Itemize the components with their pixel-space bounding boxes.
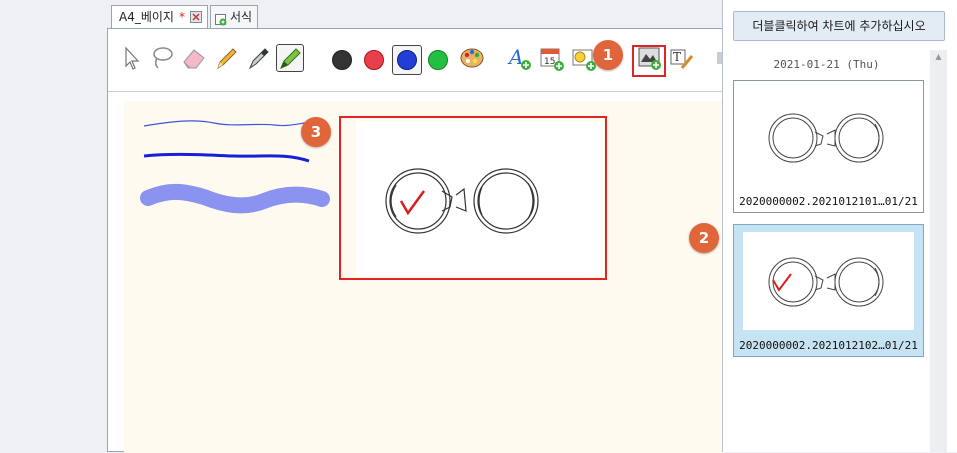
tab-template[interactable]: 서식 — [210, 5, 258, 28]
text-add-icon[interactable]: A — [506, 44, 534, 72]
template-icon — [215, 11, 227, 26]
step-badge-3: 3 — [301, 117, 331, 147]
add-to-chart-button[interactable]: 더블클릭하여 차트에 추가하십시오 — [733, 11, 945, 41]
date-icon-number: 15 — [544, 57, 555, 67]
overflow-tool-icon[interactable] — [714, 44, 722, 72]
svg-text:A: A — [507, 45, 523, 69]
step-badge-2: 2 — [689, 223, 719, 253]
color-red[interactable] — [364, 50, 384, 70]
tab-a4-beige[interactable]: A4_베이지 * — [111, 5, 208, 28]
step-badge-1: 1 — [593, 40, 623, 70]
red-check-mark — [772, 273, 792, 292]
toolbar-divider — [108, 91, 722, 92]
image-caption: 2020000002.2021012101…01/21 — [739, 195, 918, 208]
color-green[interactable] — [428, 50, 448, 70]
image-card[interactable]: 2020000002.2021012101…01/21 — [733, 80, 924, 213]
pencil-icon[interactable] — [212, 44, 240, 72]
image-caption: 2020000002.2021012102…01/21 — [739, 339, 918, 352]
thin-pen-stroke — [143, 120, 315, 127]
image-thumbnail — [743, 232, 914, 330]
image-thumbnail — [743, 88, 914, 186]
image-card-selected[interactable]: 2020000002.2021012102…01/21 — [733, 224, 924, 357]
modified-indicator: * — [179, 10, 185, 24]
svg-text:T: T — [673, 50, 681, 64]
highlight-box-image-add — [632, 45, 666, 77]
highlight-box-inserted-image — [339, 116, 607, 280]
pen-icon[interactable] — [244, 44, 272, 72]
close-tab-icon[interactable] — [190, 11, 202, 23]
date-add-icon[interactable]: 15 — [538, 44, 566, 72]
highlighter-stroke — [140, 183, 330, 214]
palette-icon[interactable] — [458, 44, 486, 72]
highlighter-icon[interactable] — [276, 44, 304, 72]
pen-stroke — [143, 152, 310, 163]
color-black[interactable] — [332, 50, 352, 70]
tab-label: A4_베이지 — [119, 10, 174, 24]
eraser-icon[interactable] — [180, 44, 208, 72]
tab-label: 서식 — [230, 10, 253, 24]
panel-scrollbar[interactable]: ▲ — [930, 50, 947, 452]
lasso-icon[interactable] — [148, 44, 176, 72]
date-group-header: 2021-01-21 (Thu) — [773, 58, 880, 71]
color-blue-selected[interactable] — [392, 45, 422, 75]
scroll-up-arrow-icon[interactable]: ▲ — [930, 50, 947, 64]
color-blue — [397, 50, 417, 70]
pointer-icon[interactable] — [118, 44, 146, 72]
image-panel: 더블클릭하여 차트에 추가하십시오 2021-01-21 (Thu) 20200… — [722, 0, 957, 452]
text-box-icon[interactable]: T — [668, 44, 696, 72]
